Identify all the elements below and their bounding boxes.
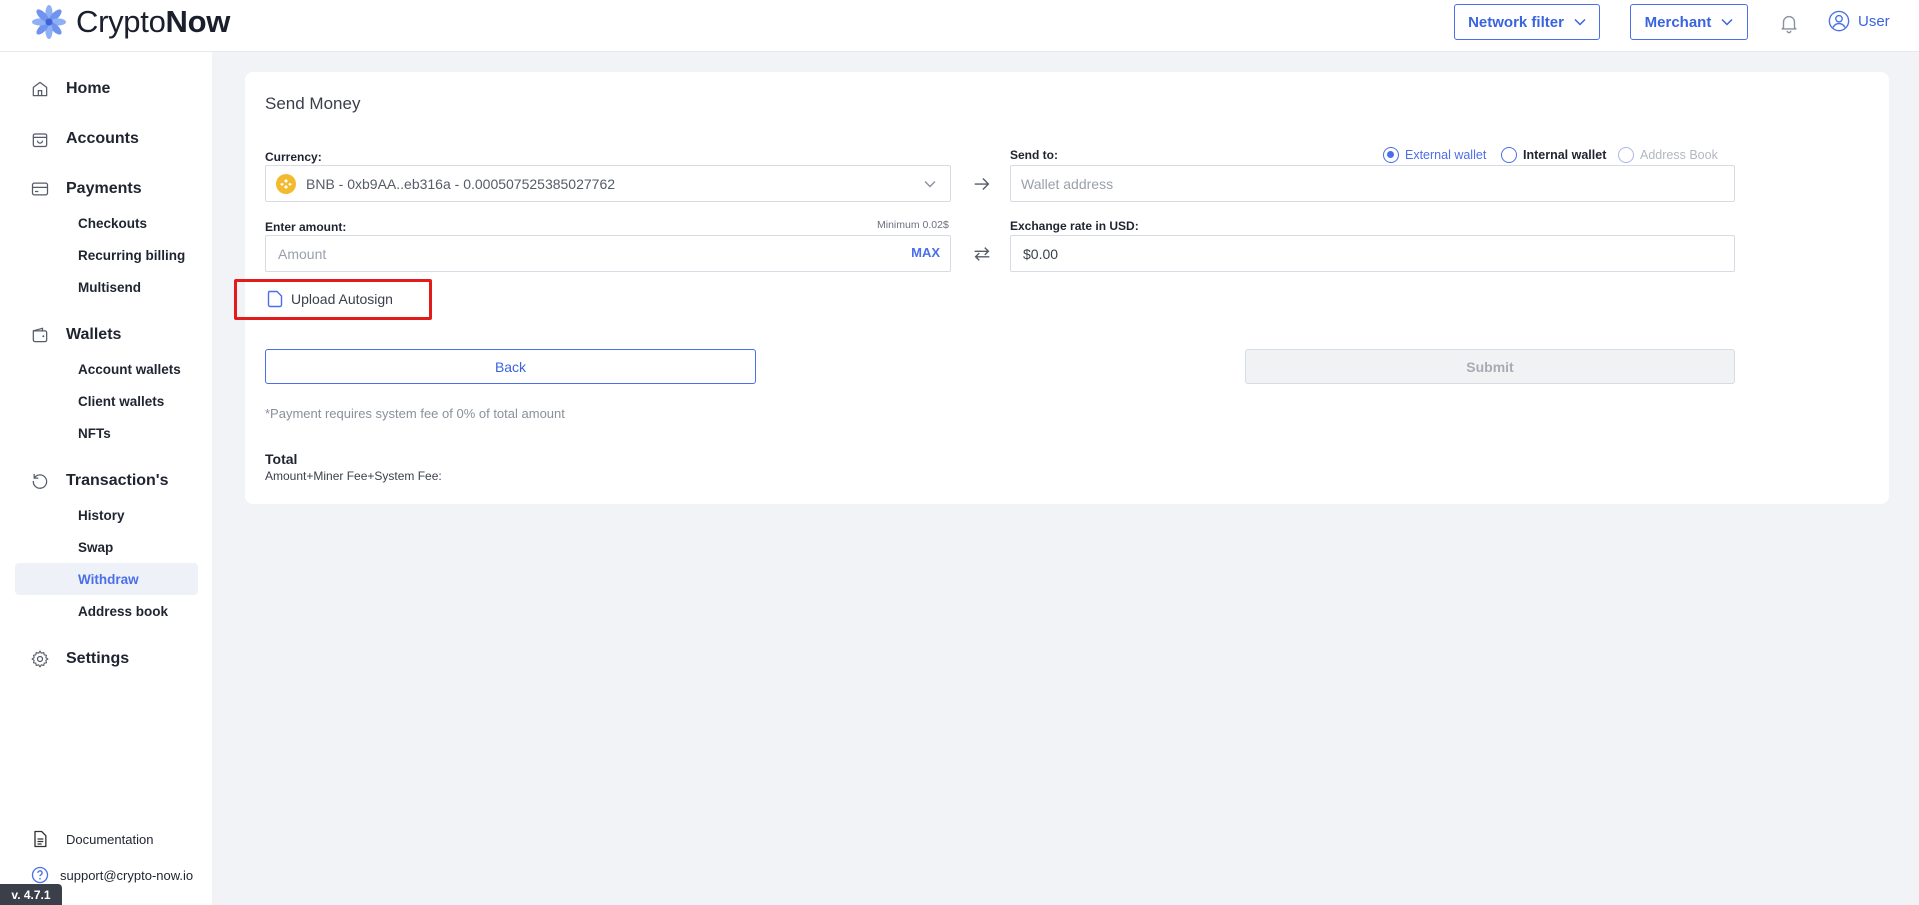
help-icon [31,866,49,884]
sidebar-item-checkouts[interactable]: Checkouts [15,207,198,239]
minimum-note: Minimum 0.02$ [877,219,949,231]
back-button[interactable]: Back [265,349,756,384]
bnb-coin-icon [276,173,296,194]
gear-icon [31,650,49,668]
submit-button[interactable]: Submit [1245,349,1735,384]
documentation-label: Documentation [66,831,154,847]
logo-text: CryptoNow [76,4,231,39]
send-to-label: Send to: [1010,148,1058,162]
sidebar-label-settings: Settings [66,650,130,667]
wallet-icon [32,327,48,343]
bell-icon[interactable] [1778,12,1800,34]
sidebar-item-account-wallets[interactable]: Account wallets [15,353,198,385]
logo[interactable]: CryptoNow [30,3,230,41]
sidebar-item-support[interactable]: support@crypto-now.io [30,865,193,885]
max-button[interactable]: MAX [911,245,940,260]
sidebar-item-client-wallets[interactable]: Client wallets [15,385,198,417]
sidebar-label-wallets: Wallets [66,326,122,343]
merchant-dropdown[interactable]: Merchant [1630,4,1748,40]
sidebar-label-payments: Payments [66,180,142,197]
sidebar-item-history[interactable]: History [15,499,198,531]
user-menu[interactable]: User [1828,10,1890,32]
sidebar-label-home: Home [66,80,111,97]
sidebar-label-accounts: Accounts [66,130,139,147]
sidebar: Home Accounts Payments Checkouts Recurri… [0,52,212,905]
total-label: Total [265,451,298,467]
support-email[interactable]: support@crypto-now.io [60,868,193,883]
file-icon [267,290,283,308]
radio-button[interactable] [1501,147,1517,163]
radio-button[interactable] [1383,147,1399,163]
sidebar-item-documentation[interactable]: Documentation [30,829,153,849]
enter-amount-label: Enter amount: [265,220,347,234]
sidebar-item-multisend[interactable]: Multisend [15,271,198,303]
total-breakdown: Amount+Miner Fee+System Fee: [265,469,442,483]
history-icon [32,473,48,489]
merchant-label: Merchant [1644,13,1712,31]
network-filter-label: Network filter [1468,13,1564,31]
currency-select[interactable]: BNB - 0xb9AA..eb316a - 0.000507525385027… [265,165,951,202]
upload-autosign-label: Upload Autosign [291,291,393,307]
chevron-down-icon [924,181,936,188]
chevron-down-icon [1721,18,1733,26]
swap-arrows-icon[interactable] [971,243,993,265]
sidebar-item-swap[interactable]: Swap [15,531,198,563]
shopping-bag-icon [32,133,48,148]
radio-external-wallet[interactable]: External wallet [1383,147,1486,163]
sidebar-item-wallets[interactable]: Wallets [30,325,121,345]
sidebar-item-transactions[interactable]: Transaction's [30,471,169,491]
radio-address-book[interactable]: Address Book [1618,147,1718,163]
sidebar-item-withdraw[interactable]: Withdraw [15,563,198,595]
sidebar-label-transactions: Transaction's [66,472,169,489]
network-filter-dropdown[interactable]: Network filter [1454,4,1600,40]
amount-input[interactable]: Amount MAX [265,235,951,272]
top-header: CryptoNow Network filter Merchant User [0,0,1919,52]
sidebar-item-nfts[interactable]: NFTs [15,417,198,449]
user-label: User [1858,12,1890,30]
radio-internal-wallet[interactable]: Internal wallet [1501,147,1606,163]
currency-label: Currency: [265,150,322,164]
fee-note: *Payment requires system fee of 0% of to… [265,406,565,421]
user-circle-icon [1828,10,1850,32]
credit-card-icon [31,182,49,196]
sidebar-item-payments[interactable]: Payments [30,179,142,199]
chevron-down-icon [1574,18,1586,26]
send-money-card: Send Money Currency: BNB - 0xb9AA..eb316… [245,72,1889,504]
crypto-now-flower-icon [32,5,66,39]
exchange-rate-label: Exchange rate in USD: [1010,219,1139,233]
sidebar-item-accounts[interactable]: Accounts [30,129,139,149]
sidebar-item-home[interactable]: Home [30,79,110,99]
sidebar-item-recurring-billing[interactable]: Recurring billing [15,239,198,271]
sidebar-item-address-book[interactable]: Address book [15,595,198,627]
wallet-address-input[interactable]: Wallet address [1010,165,1735,202]
page-title: Send Money [265,94,361,113]
home-icon [32,81,48,97]
sidebar-item-settings[interactable]: Settings [30,649,129,669]
exchange-rate-input[interactable]: $0.00 [1010,235,1735,272]
radio-button[interactable] [1618,147,1634,163]
version-badge: v. 4.7.1 [0,884,62,905]
document-icon [34,830,47,848]
upload-autosign-button[interactable]: Upload Autosign [265,289,393,309]
currency-value: BNB - 0xb9AA..eb316a - 0.000507525385027… [306,175,616,192]
arrow-right-icon [974,178,990,190]
